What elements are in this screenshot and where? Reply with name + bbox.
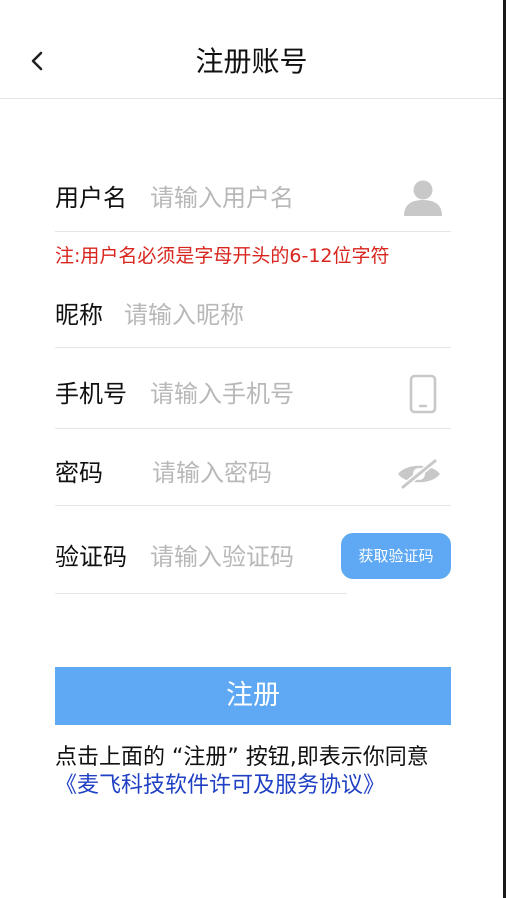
get-verification-code-button[interactable]: 获取验证码 xyxy=(341,533,451,579)
username-divider xyxy=(55,231,451,232)
user-icon xyxy=(403,178,443,222)
nickname-label: 昵称 xyxy=(55,301,103,329)
password-row: 密码 xyxy=(55,429,451,506)
username-hint: 注:用户名必须是字母开头的6-12位字符 xyxy=(55,245,390,267)
phone-label: 手机号 xyxy=(55,380,127,408)
verification-label: 验证码 xyxy=(55,543,127,571)
register-button[interactable]: 注册 xyxy=(55,667,451,725)
username-label: 用户名 xyxy=(55,184,127,212)
phone-input[interactable] xyxy=(150,377,380,411)
password-label: 密码 xyxy=(55,459,103,487)
nickname-row: 昵称 xyxy=(55,276,451,348)
phone-row: 手机号 xyxy=(55,348,451,429)
username-input[interactable] xyxy=(150,181,380,215)
phone-icon xyxy=(409,374,437,418)
header-bar: 注册账号 xyxy=(0,0,503,99)
page-title: 注册账号 xyxy=(195,45,308,78)
password-input[interactable] xyxy=(152,456,382,490)
nickname-input[interactable] xyxy=(124,298,424,332)
username-row: 用户名 xyxy=(55,160,451,232)
eye-off-icon[interactable] xyxy=(395,458,443,493)
agreement-text: 点击上面的 “注册” 按钮,即表示你同意 xyxy=(55,745,429,770)
agreement-notice: 点击上面的 “注册” 按钮,即表示你同意 《麦飞科技软件许可及服务协议》 xyxy=(55,744,475,800)
license-agreement-link[interactable]: 《麦飞科技软件许可及服务协议》 xyxy=(55,772,475,800)
verification-divider xyxy=(55,593,347,594)
verification-input[interactable] xyxy=(150,540,330,574)
